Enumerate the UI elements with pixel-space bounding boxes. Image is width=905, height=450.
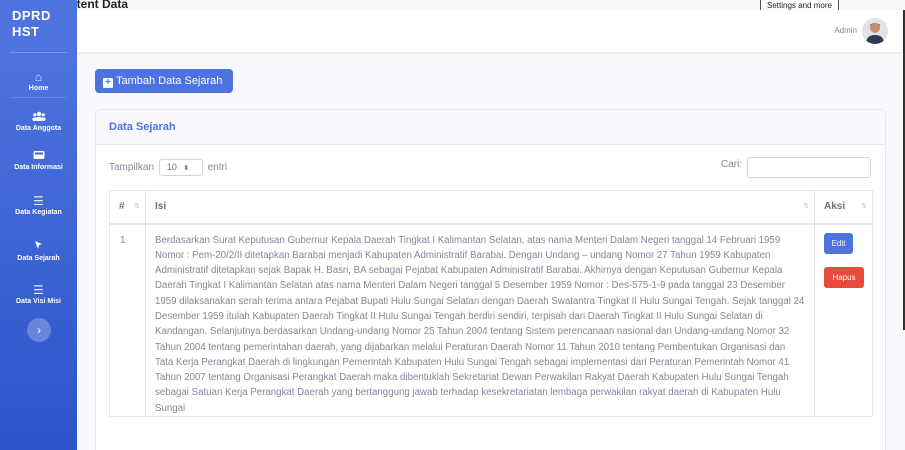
sidebar-item-label: Data Informasi — [14, 164, 63, 171]
edit-button[interactable]: Edit — [824, 232, 853, 254]
length-value: 10 — [166, 162, 177, 172]
sidebar-item-label: Data Visi Misi — [15, 298, 61, 305]
sidebar-item-home[interactable]: ⌂ Home — [0, 70, 77, 94]
length-suffix: entri — [207, 162, 228, 174]
sidebar-item-label: Home — [28, 85, 49, 92]
sidebar-toggle-button[interactable]: › — [27, 318, 51, 342]
sort-icon: ⇅ — [134, 203, 140, 210]
add-sejarah-button[interactable]: + Tambah Data Sejarah — [95, 69, 233, 93]
row-number: 1 — [109, 222, 146, 418]
sidebar-item-label: Data Sejarah — [17, 255, 60, 262]
brand-line-2: HST — [12, 24, 40, 39]
column-header-aksi[interactable]: Aksi ⇅ — [814, 190, 873, 225]
delete-button[interactable]: Hapus — [824, 266, 864, 288]
sort-updown-icon: ⬍ — [183, 165, 190, 172]
sidebar-item-data-sejarah[interactable]: Data Sejarah — [0, 240, 77, 264]
search-label: Cari: — [721, 159, 743, 170]
length-control: Tampilkan 10 ⬍ entri — [109, 159, 227, 176]
home-icon: ⌂ — [34, 70, 43, 84]
list-icon: ☰ — [33, 283, 44, 297]
brand[interactable]: DPRD HST — [0, 8, 77, 40]
list-icon: ☰ — [33, 194, 44, 208]
user-name[interactable]: Admin — [834, 26, 857, 35]
table-row: 1 Berdasarkan Surat Keputusan Gubernur K… — [109, 222, 873, 418]
column-header-no[interactable]: # ⇅ — [109, 190, 146, 225]
sidebar-item-data-informasi[interactable]: Data Informasi — [0, 149, 77, 173]
plus-icon: + — [103, 78, 113, 88]
brand-line-1: DPRD — [12, 8, 51, 23]
sidebar-item-data-visi-misi[interactable]: ☰ Data Visi Misi — [0, 283, 77, 307]
sort-icon: ⇅ — [803, 203, 809, 210]
chevron-right-icon: › — [37, 323, 41, 337]
add-button-label: Tambah Data Sejarah — [116, 75, 223, 87]
topbar: Admin — [77, 10, 902, 52]
length-select[interactable]: 10 ⬍ — [158, 159, 203, 176]
sidebar-item-label: Data Kegiatan — [15, 209, 62, 216]
sort-icon: ⇅ — [861, 203, 867, 210]
sidebar-item-data-kegiatan[interactable]: ☰ Data Kegiatan — [0, 194, 77, 218]
length-prefix: Tampilkan — [109, 162, 155, 174]
row-actions: Edit Hapus — [814, 222, 873, 418]
users-icon — [0, 110, 77, 124]
user-avatar-icon — [862, 18, 888, 44]
data-sejarah-card: Data Sejarah Tampilkan 10 ⬍ entri Cari: … — [95, 109, 886, 450]
search-input[interactable] — [747, 157, 871, 178]
sidebar-item-data-anggota[interactable]: Data Anggota — [0, 110, 77, 134]
history-icon — [0, 240, 77, 254]
sidebar-divider — [10, 97, 67, 98]
avatar[interactable] — [862, 18, 888, 44]
inbox-icon — [0, 149, 77, 163]
sidebar-item-label: Data Anggota — [15, 125, 62, 132]
sidebar: DPRD HST ⌂ Home Data Anggota Data Inform… — [0, 0, 77, 450]
column-header-isi[interactable]: Isi ⇅ — [145, 190, 815, 225]
card-title: Data Sejarah — [96, 110, 885, 145]
sidebar-divider — [10, 52, 67, 53]
sejarah-table: # ⇅ Isi ⇅ Aksi ⇅ 1 Berdasarkan Surat Keputu… — [109, 190, 873, 418]
row-isi-text: Berdasarkan Surat Keputusan Gubernur Kep… — [145, 222, 815, 418]
